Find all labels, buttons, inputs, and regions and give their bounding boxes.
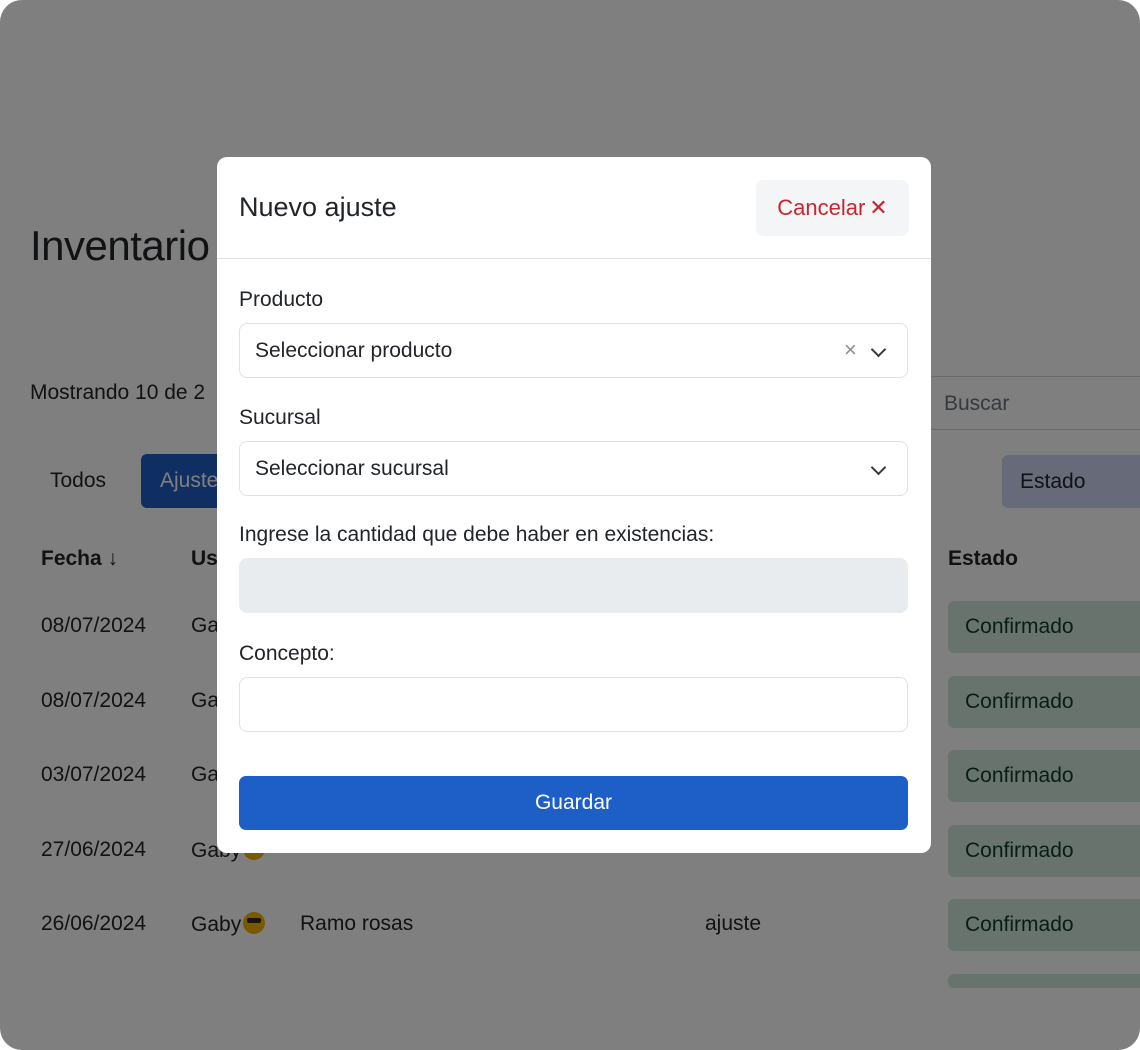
new-adjustment-modal: Nuevo ajuste Cancelar ✕ Producto Seleccio… — [217, 157, 931, 853]
sucursal-select-value: Seleccionar sucursal — [255, 457, 449, 480]
modal-header: Nuevo ajuste Cancelar ✕ — [217, 157, 931, 259]
save-button[interactable]: Guardar — [239, 776, 908, 830]
sucursal-select[interactable]: Seleccionar sucursal — [239, 441, 908, 496]
concepto-input[interactable] — [239, 677, 908, 732]
sucursal-label: Sucursal — [239, 406, 321, 429]
cancel-label: Cancelar — [777, 195, 866, 220]
concepto-label: Concepto: — [239, 642, 335, 665]
close-icon: ✕ — [869, 195, 888, 220]
modal-title: Nuevo ajuste — [239, 192, 397, 222]
chevron-down-icon — [870, 341, 887, 358]
app-window: Inventario Mostrando 10 de 2 Buscar Todo… — [0, 0, 1140, 1050]
chevron-down-icon — [870, 459, 887, 476]
cantidad-label: Ingrese la cantidad que debe haber en ex… — [239, 523, 715, 546]
producto-label: Producto — [239, 288, 324, 311]
producto-select[interactable]: Seleccionar producto × — [239, 323, 908, 378]
cantidad-input[interactable] — [239, 558, 908, 613]
producto-select-value: Seleccionar producto — [255, 339, 453, 362]
cancel-button[interactable]: Cancelar ✕ — [756, 180, 909, 236]
clear-icon[interactable]: × — [844, 336, 857, 364]
